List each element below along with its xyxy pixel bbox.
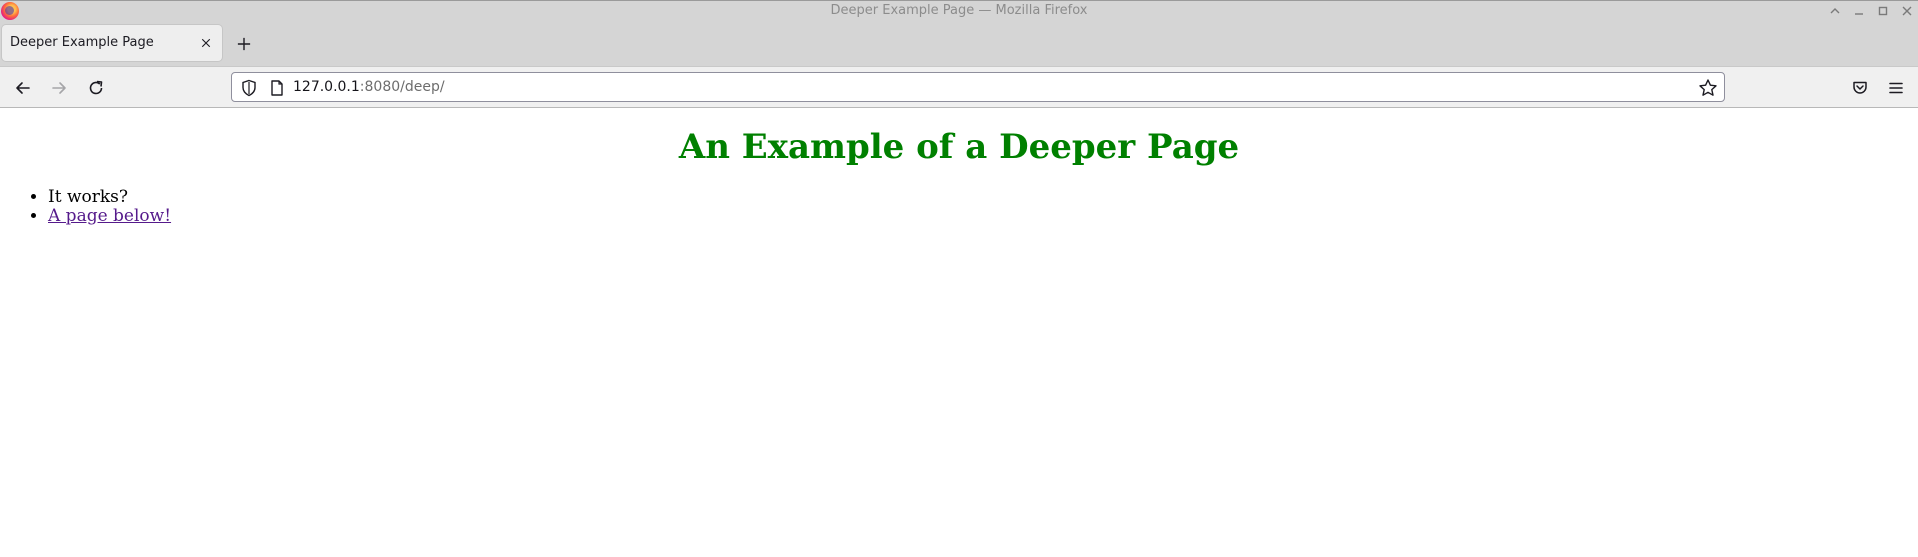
back-arrow-icon[interactable] xyxy=(12,77,34,99)
page-info-icon[interactable] xyxy=(268,79,286,97)
window-title: Deeper Example Page — Mozilla Firefox xyxy=(830,3,1088,18)
page-below-link[interactable]: A page below! xyxy=(48,206,171,226)
navigation-bar: 127.0.0.1:8080/deep/ xyxy=(0,66,1918,108)
list-item-text: It works? xyxy=(48,187,129,207)
tab-label: Deeper Example Page xyxy=(10,35,154,50)
forward-arrow-icon[interactable] xyxy=(48,77,70,99)
close-icon[interactable] xyxy=(1900,4,1914,18)
new-tab-plus-icon[interactable] xyxy=(236,36,252,52)
tracking-protection-shield-icon[interactable] xyxy=(240,79,258,97)
window-titlebar: Deeper Example Page — Mozilla Firefox xyxy=(0,0,1918,20)
address-bar[interactable]: 127.0.0.1:8080/deep/ xyxy=(231,72,1725,102)
window-controls xyxy=(1828,1,1914,21)
tab-strip: Deeper Example Page xyxy=(0,20,1918,66)
bookmark-star-icon[interactable] xyxy=(1698,78,1718,98)
list-item-it-works: It works? xyxy=(48,188,171,207)
tab-deeper-example-page[interactable]: Deeper Example Page xyxy=(2,25,222,61)
pocket-icon[interactable] xyxy=(1849,77,1871,99)
tab-close-icon[interactable] xyxy=(198,35,214,51)
hamburger-menu-icon[interactable] xyxy=(1885,77,1907,99)
collapse-icon[interactable] xyxy=(1828,4,1842,18)
url-path: :8080/deep/ xyxy=(359,79,445,95)
url-text[interactable]: 127.0.0.1:8080/deep/ xyxy=(293,79,445,95)
content-list: It works? A page below! xyxy=(8,188,171,226)
list-item-page-below: A page below! xyxy=(48,207,171,226)
maximize-icon[interactable] xyxy=(1876,4,1890,18)
minimize-icon[interactable] xyxy=(1852,4,1866,18)
page-content: An Example of a Deeper Page It works? A … xyxy=(0,108,1918,557)
reload-icon[interactable] xyxy=(85,77,107,99)
page-heading: An Example of a Deeper Page xyxy=(678,127,1240,167)
url-host: 127.0.0.1 xyxy=(293,79,360,95)
